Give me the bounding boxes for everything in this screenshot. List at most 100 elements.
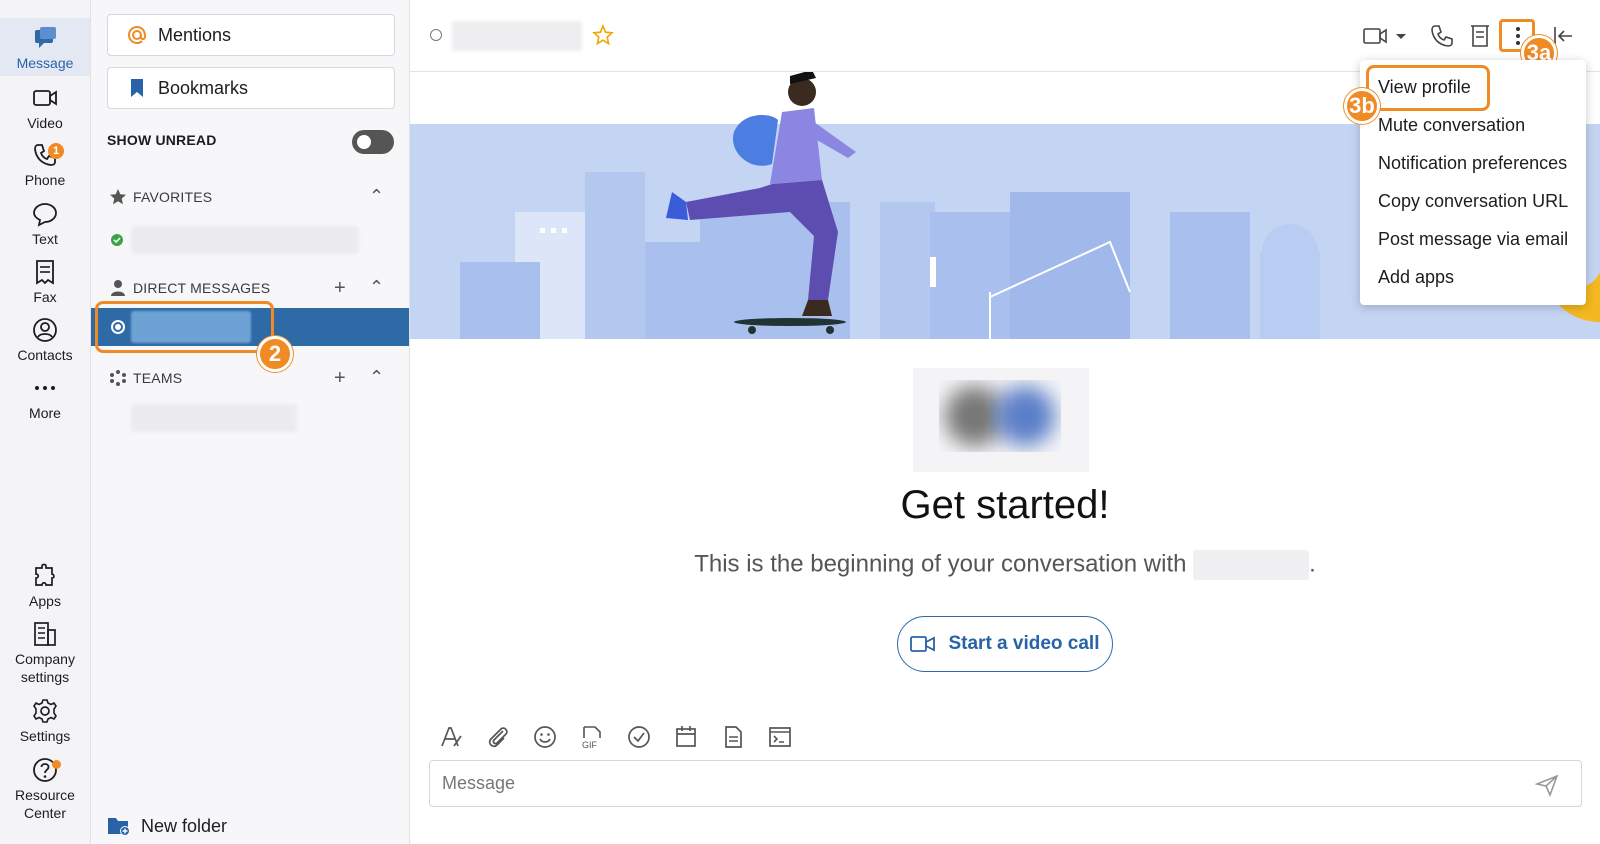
favorites-collapse-icon[interactable]: ⌃ [369, 186, 384, 207]
presence-ring-icon [430, 29, 442, 41]
conversation-title-redacted [452, 21, 582, 51]
bookmark-icon [131, 79, 143, 97]
team-item-redacted[interactable] [131, 404, 297, 432]
new-folder-label: New folder [141, 815, 228, 836]
rail-phone[interactable]: 1 Phone [0, 141, 90, 193]
calendar-icon[interactable] [673, 724, 699, 750]
teams-icon [110, 370, 126, 386]
rail-text-label: Text [32, 231, 58, 247]
teams-collapse-icon[interactable]: ⌃ [369, 367, 384, 388]
menu-post-message-via-email[interactable]: Post message via email [1378, 229, 1568, 250]
gear-icon [33, 699, 57, 723]
online-status-icon [111, 234, 123, 246]
person-icon [111, 280, 125, 296]
code-snippet-icon[interactable] [767, 724, 793, 750]
start-video-call-label: Start a video call [948, 633, 1100, 654]
rail-text[interactable]: Text [0, 200, 90, 250]
bookmarks-button[interactable]: Bookmarks [107, 67, 395, 109]
more-options-menu: View profile Mute conversation Notificat… [1360, 60, 1586, 305]
folder-add-icon [108, 818, 130, 836]
contact-name-redacted [1193, 550, 1310, 580]
mentions-label: Mentions [158, 24, 232, 45]
conversation-sidebar: Mentions Bookmarks SHOW UNREAD FAVORITES… [91, 0, 410, 844]
rail-message-label: Message [16, 55, 74, 71]
add-team-icon[interactable]: + [334, 367, 346, 390]
resource-center-dot [52, 760, 61, 769]
at-sign-icon [127, 25, 147, 45]
rail-message[interactable]: Message [0, 18, 90, 76]
direct-messages-header[interactable]: DIRECT MESSAGES [109, 279, 270, 297]
message-icon [35, 27, 56, 48]
rail-video[interactable]: Video [0, 84, 90, 134]
favorites-label: FAVORITES [133, 189, 213, 205]
rail-resource-center[interactable]: Resource Center [0, 756, 90, 826]
rail-fax-label: Fax [33, 289, 57, 305]
contact-avatar-redacted [913, 368, 1089, 472]
fax-send-icon[interactable] [1466, 22, 1494, 50]
mentions-button[interactable]: Mentions [107, 14, 395, 56]
video-camera-icon [910, 636, 936, 652]
company-settings-icon [34, 622, 56, 646]
callout-highlight-dm [95, 301, 274, 353]
conversation-intro-text: This is the beginning of your conversati… [410, 550, 1600, 580]
add-direct-message-icon[interactable]: + [334, 277, 346, 300]
rail-fax[interactable]: Fax [0, 258, 90, 308]
rail-apps-label: Apps [29, 593, 61, 609]
direct-messages-label: DIRECT MESSAGES [133, 280, 271, 296]
rail-settings[interactable]: Settings [0, 697, 90, 747]
rail-video-label: Video [27, 115, 63, 131]
teams-label: TEAMS [133, 370, 183, 386]
more-dots-icon [35, 386, 55, 390]
menu-mute-conversation[interactable]: Mute conversation [1378, 115, 1525, 136]
left-rail: Message Video 1 Phone Text Fax Contacts … [0, 0, 91, 844]
start-video-call-button[interactable]: Start a video call [897, 616, 1113, 672]
rail-more-label: More [29, 405, 61, 421]
show-unread-toggle[interactable] [352, 130, 394, 154]
format-text-icon[interactable] [438, 724, 464, 750]
rail-settings-label: Settings [19, 728, 71, 744]
gif-icon[interactable]: GIF [579, 724, 605, 750]
video-icon [33, 90, 57, 106]
favorites-header[interactable]: FAVORITES [109, 188, 212, 206]
rail-phone-label: Phone [24, 172, 66, 188]
fax-icon [36, 260, 54, 285]
send-icon[interactable] [1535, 773, 1559, 797]
rail-company-settings-label: Company settings [15, 651, 75, 685]
favorite-contact-redacted[interactable] [131, 226, 359, 254]
rail-apps[interactable]: Apps [0, 562, 90, 612]
task-check-icon[interactable] [626, 724, 652, 750]
text-bubble-icon [33, 203, 57, 227]
conversation-intro-period: . [1309, 550, 1316, 578]
message-input[interactable]: Message [429, 760, 1582, 807]
show-unread-label: SHOW UNREAD [107, 132, 217, 148]
emoji-icon[interactable] [532, 724, 558, 750]
rail-resource-center-label: Resource Center [15, 787, 75, 821]
callout-step-2: 2 [257, 336, 293, 372]
note-icon[interactable] [720, 724, 746, 750]
svg-text:GIF: GIF [582, 740, 598, 750]
video-call-icon[interactable] [1362, 22, 1390, 50]
teams-header[interactable]: TEAMS [109, 369, 182, 387]
phone-call-icon[interactable] [1428, 22, 1456, 50]
video-dropdown-icon[interactable] [1393, 22, 1409, 50]
rail-contacts[interactable]: Contacts [0, 316, 90, 366]
rail-company-settings[interactable]: Company settings [0, 620, 90, 690]
get-started-heading: Get started! [900, 483, 1110, 527]
menu-notification-preferences[interactable]: Notification preferences [1378, 153, 1567, 174]
menu-add-apps[interactable]: Add apps [1378, 267, 1454, 288]
attach-paperclip-icon[interactable] [485, 724, 511, 750]
contacts-icon [33, 318, 57, 342]
composer-toolbar: GIF [438, 724, 814, 750]
message-placeholder: Message [442, 773, 516, 793]
rail-more[interactable]: More [0, 374, 90, 424]
rail-contacts-label: Contacts [17, 347, 73, 363]
favorite-star-icon[interactable] [592, 24, 614, 46]
apps-puzzle-icon [35, 563, 55, 586]
conversation-intro-label: This is the beginning of your conversati… [694, 550, 1187, 578]
menu-view-profile[interactable]: View profile [1378, 77, 1471, 98]
menu-copy-conversation-url[interactable]: Copy conversation URL [1378, 191, 1568, 212]
new-folder-button[interactable]: New folder [107, 815, 227, 837]
phone-badge: 1 [48, 143, 64, 159]
bookmarks-label: Bookmarks [158, 77, 249, 98]
direct-messages-collapse-icon[interactable]: ⌃ [369, 277, 384, 298]
